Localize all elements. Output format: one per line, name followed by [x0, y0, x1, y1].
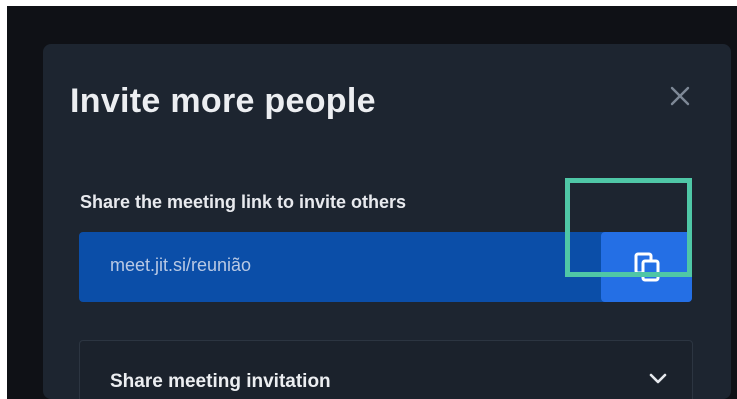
- meeting-link-field[interactable]: meet.jit.si/reunião: [79, 232, 692, 302]
- chevron-down-icon: [646, 367, 670, 391]
- invite-dialog: Invite more people Share the meeting lin…: [43, 44, 731, 399]
- close-button[interactable]: [664, 80, 696, 112]
- meeting-link-text[interactable]: meet.jit.si/reunião: [110, 255, 251, 276]
- close-icon: [670, 86, 690, 106]
- copy-link-button[interactable]: [601, 232, 692, 302]
- share-link-label: Share the meeting link to invite others: [80, 192, 407, 212]
- copy-icon: [634, 252, 659, 282]
- share-invitation-accordion[interactable]: Share meeting invitation: [79, 340, 693, 399]
- app-background: Invite more people Share the meeting lin…: [7, 6, 737, 399]
- share-invitation-label: Share meeting invitation: [110, 371, 331, 392]
- dialog-title: Invite more people: [70, 82, 376, 120]
